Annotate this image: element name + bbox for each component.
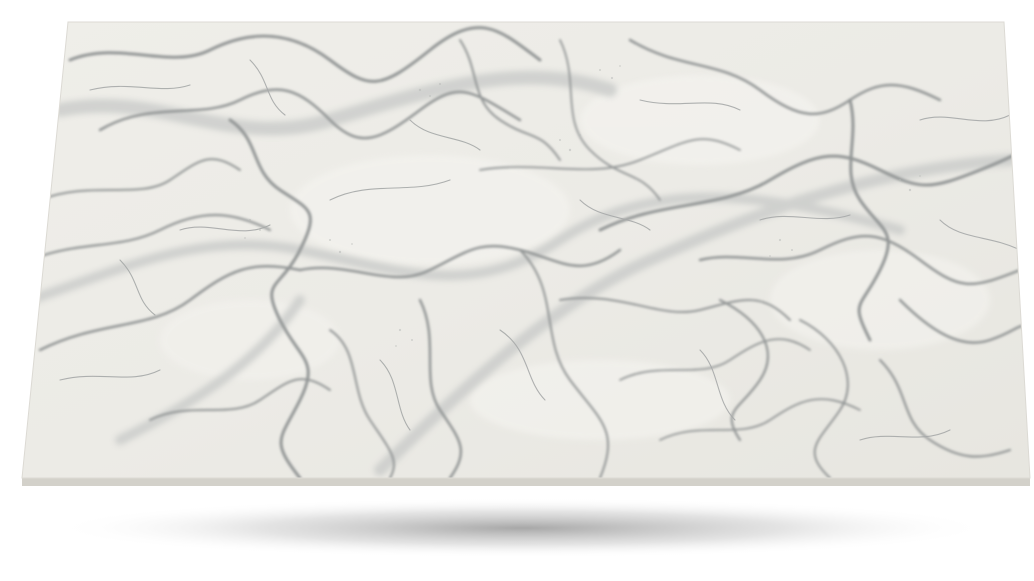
product-image-stage	[0, 0, 1034, 581]
slab-edge	[22, 478, 1030, 486]
marble-slab-illustration	[21, 21, 1031, 558]
slab-shadow	[52, 498, 992, 558]
